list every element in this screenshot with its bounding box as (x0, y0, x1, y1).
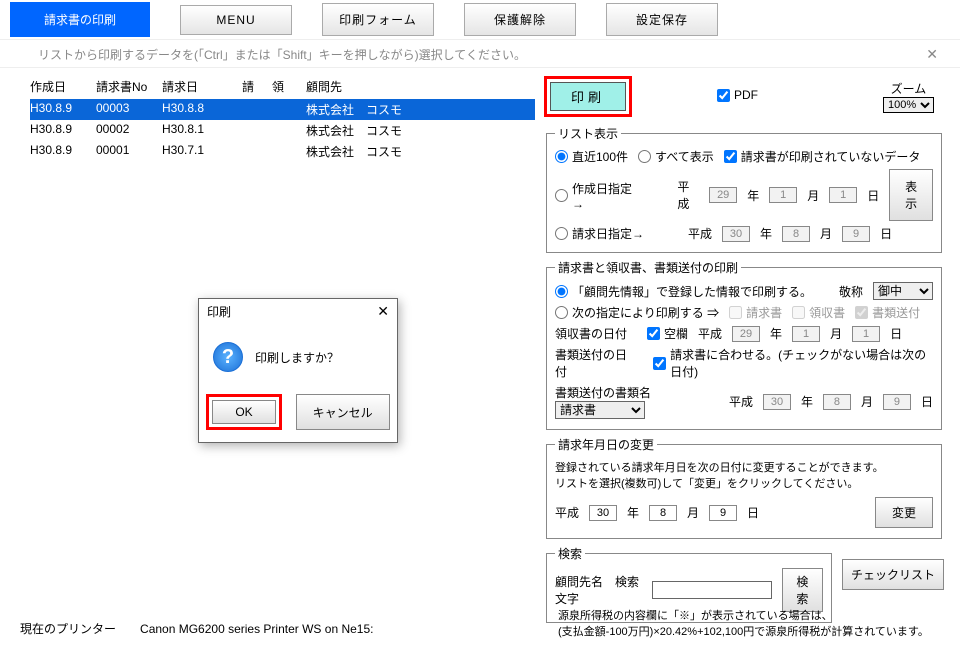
radio-billed-range[interactable]: 請求日指定→ (555, 225, 644, 242)
billed-month[interactable] (782, 226, 810, 242)
checklist-button[interactable]: チェックリスト (842, 559, 944, 590)
print-button[interactable]: 印刷 (550, 82, 626, 111)
ok-highlight: OK (206, 394, 281, 430)
zoom-select[interactable]: 100% (883, 97, 934, 113)
docs-print-group: 請求書と領収書、書類送付の印刷 「顧問先情報」で登録した情報で印刷する。 敬称 … (546, 259, 942, 430)
created-month[interactable] (769, 187, 797, 203)
radio-recent100[interactable]: 直近100件 (555, 148, 628, 165)
dialog-title: 印刷 (207, 303, 231, 320)
print-invoice-button[interactable]: 請求書の印刷 (10, 2, 150, 37)
doc-name-select[interactable]: 請求書 (555, 401, 645, 419)
table-row[interactable]: H30.8.9 00001 H30.7.1 株式会社 コスモ (30, 141, 535, 162)
honorific-select[interactable]: 御中 (873, 282, 933, 300)
change-year[interactable] (589, 505, 617, 521)
list-display-group: リスト表示 直近100件 すべて表示 請求書が印刷されていないデータ 作成日指定… (546, 125, 942, 253)
radio-use-customer-info[interactable]: 「顧問先情報」で登録した情報で印刷する。 (555, 283, 812, 300)
receipt-year[interactable] (732, 326, 760, 342)
chk-unprinted[interactable]: 請求書が印刷されていないデータ (724, 148, 921, 165)
col-created: 作成日 (30, 76, 96, 97)
print-form-button[interactable]: 印刷フォーム (322, 3, 434, 36)
radio-specify[interactable]: 次の指定により印刷する ⇒ (555, 304, 719, 321)
change-button[interactable]: 変更 (875, 497, 933, 528)
table-row[interactable]: H30.8.9 00002 H30.8.1 株式会社 コスモ (30, 120, 535, 141)
menu-button[interactable]: MENU (180, 5, 292, 35)
chk-match-invoice[interactable]: 請求書に合わせる。(チェックがない場合は次の日付) (653, 346, 933, 380)
save-settings-button[interactable]: 設定保存 (606, 3, 718, 36)
show-button[interactable]: 表示 (889, 169, 933, 221)
doc-month[interactable] (823, 394, 851, 410)
print-highlight: 印刷 (544, 76, 632, 117)
radio-created-range[interactable]: 作成日指定→ (555, 180, 636, 211)
col-sei: 請 (242, 76, 272, 97)
change-month[interactable] (649, 505, 677, 521)
search-input[interactable] (652, 581, 772, 599)
instruction-text: リストから印刷するデータを(「Ctrl」または「Shift」キーを押しながら)選… (0, 46, 526, 63)
ok-button[interactable]: OK (212, 400, 275, 424)
chk-blank[interactable]: 空欄 (647, 325, 688, 342)
col-billed: 請求日 (162, 76, 242, 97)
col-ryo: 領 (272, 76, 306, 97)
billed-year[interactable] (722, 226, 750, 242)
footnote: 源泉所得税の内容欄に「※」が表示されている場合は、 (支払金額-100万円)×2… (558, 607, 929, 639)
invoice-table: 作成日 請求書No 請求日 請 領 顧問先 H30.8.9 00003 H30.… (30, 76, 535, 162)
table-row[interactable]: H30.8.9 00003 H30.8.8 株式会社 コスモ (30, 99, 535, 120)
close-icon[interactable]: ✕ (926, 46, 940, 63)
unprotect-button[interactable]: 保護解除 (464, 3, 576, 36)
print-dialog: 印刷 ✕ ? 印刷しますか？ OK キャンセル (198, 298, 398, 443)
dialog-message: 印刷しますか？ (255, 349, 339, 366)
chk-receipt[interactable]: 領収書 (792, 304, 845, 321)
zoom-label: ズーム (883, 80, 934, 97)
table-header: 作成日 請求書No 請求日 請 領 顧問先 (30, 76, 535, 99)
receipt-day[interactable] (852, 326, 880, 342)
radio-all[interactable]: すべて表示 (638, 148, 714, 165)
chk-docsend[interactable]: 書類送付 (855, 304, 920, 321)
col-no: 請求書No (96, 76, 162, 97)
pdf-checkbox[interactable]: PDF (717, 88, 758, 102)
billed-day[interactable] (842, 226, 870, 242)
created-day[interactable] (829, 187, 857, 203)
question-icon: ? (213, 342, 243, 372)
search-button[interactable]: 検索 (782, 568, 823, 612)
created-year[interactable] (709, 187, 737, 203)
cancel-button[interactable]: キャンセル (296, 394, 390, 430)
col-customer: 顧問先 (306, 76, 506, 97)
dialog-close-icon[interactable]: ✕ (377, 303, 389, 320)
doc-year[interactable] (763, 394, 791, 410)
current-printer: 現在のプリンター Canon MG6200 series Printer WS … (20, 620, 373, 637)
change-day[interactable] (709, 505, 737, 521)
doc-day[interactable] (883, 394, 911, 410)
chk-invoice[interactable]: 請求書 (729, 304, 782, 321)
change-date-group: 請求年月日の変更 登録されている請求年月日を次の日付に変更することができます。 … (546, 436, 942, 539)
receipt-month[interactable] (792, 326, 820, 342)
